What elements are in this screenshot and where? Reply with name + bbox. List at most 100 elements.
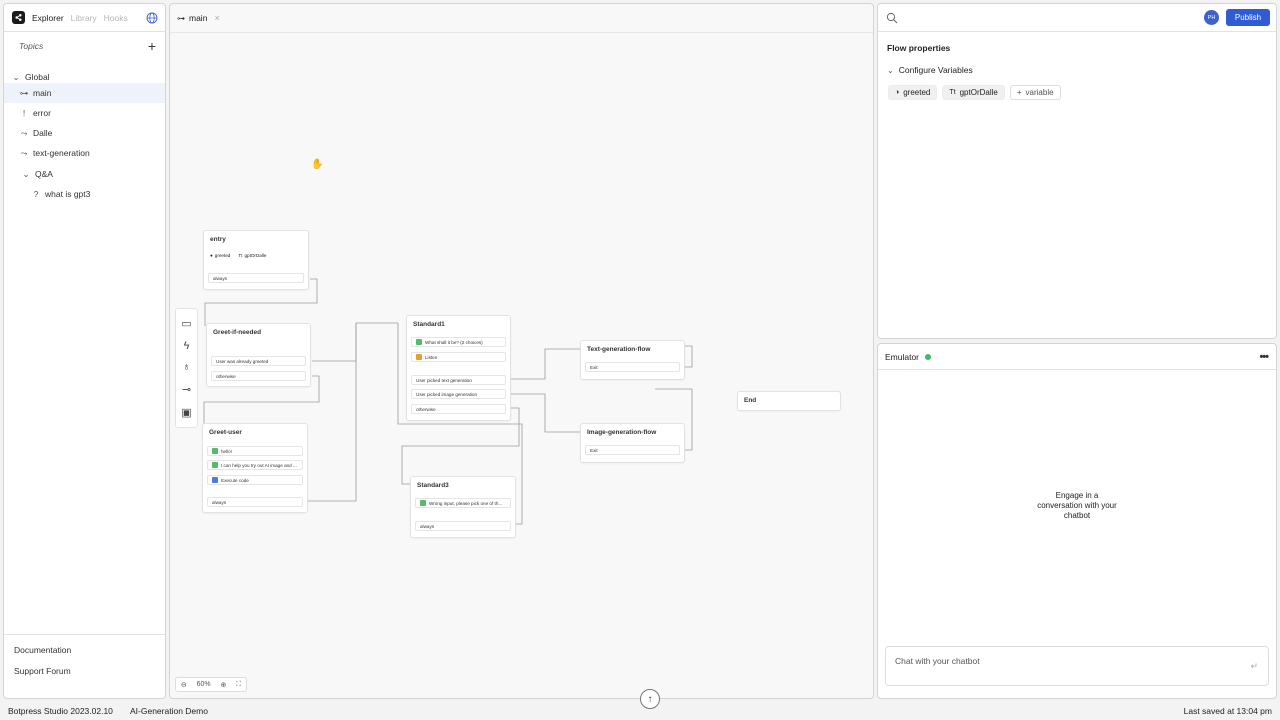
say-hello-card[interactable]: hello! (207, 446, 303, 456)
tab-hooks[interactable]: Hooks (104, 13, 128, 23)
documentation-link[interactable]: Documentation (14, 645, 155, 655)
exit-node-icon[interactable]: ⊸ (182, 383, 191, 396)
transition-exit[interactable]: Exit (585, 362, 680, 372)
node-toolbox: ▭ ϟ ♁ ⊸ ▣ (175, 308, 198, 428)
empty-line: conversation with your (1037, 501, 1117, 510)
hand-cursor-icon: ✋ (311, 159, 324, 170)
tree-label: main (33, 88, 52, 98)
globe-icon[interactable] (146, 12, 158, 24)
flow-icon: ⤳ (20, 127, 28, 138)
node-title: Standard3 (417, 482, 449, 489)
zoom-level: 60% (196, 681, 211, 688)
support-forum-link[interactable]: Support Forum (14, 666, 155, 676)
tab-library[interactable]: Library (71, 13, 97, 23)
node-standard3[interactable]: Standard3 Wrong input, please pick one o… (410, 476, 516, 538)
flow-canvas[interactable]: ⊶ main × entry ● greeted Tt gptOrDalle alw… (169, 3, 874, 699)
key-icon: ⊶ (19, 87, 29, 98)
last-saved: Last saved at 13:04 pm (1183, 706, 1272, 716)
wire-greet-standard1 (312, 322, 398, 362)
enter-icon[interactable]: ↵ (1250, 661, 1258, 672)
variable-greeted[interactable]: ◑ greeted (888, 85, 938, 100)
node-title: Standard1 (413, 321, 445, 328)
node-title: Greet-if-needed (213, 329, 262, 336)
plus-icon: + (1016, 88, 1022, 97)
zoom-in-icon[interactable]: ⊕ (220, 681, 226, 689)
tree-label: what is gpt3 (45, 189, 91, 199)
tree-item-what-is-gpt3[interactable]: ? what is gpt3 (4, 184, 165, 204)
node-title: entry (210, 236, 226, 243)
sidebar-header: Explorer Library Hooks (4, 4, 165, 32)
node-title: Greet-user (209, 429, 242, 436)
explorer-sidebar: Explorer Library Hooks Topics + ⌄ Global… (3, 3, 166, 699)
tab-explorer[interactable]: Explorer (32, 13, 64, 23)
configure-variables-toggle[interactable]: ⌄ Configure Variables (887, 65, 973, 75)
zoom-out-icon[interactable]: ⊖ (181, 681, 187, 689)
node-title: Text-generation-flow (587, 346, 651, 353)
transition-otherwise[interactable]: otherwise (411, 404, 506, 414)
tree-item-error[interactable]: ! error (4, 103, 165, 123)
message-icon (212, 462, 218, 468)
transition-always[interactable]: always (208, 273, 304, 283)
listen-card[interactable]: Listen (411, 352, 506, 362)
transition-already-greeted[interactable]: User was already greeted (211, 356, 306, 366)
variable-chip-gptordalle: Tt gptOrDalle (238, 253, 267, 258)
toggle-icon: ◑ (895, 89, 900, 96)
configure-label: Configure Variables (898, 65, 973, 75)
zoom-controls: ⊖ 60% ⊕ ⛶ (175, 677, 247, 692)
flow-properties-panel: PH Publish Flow properties ⌄ Configure V… (877, 3, 1277, 339)
fit-screen-icon[interactable]: ⛶ (236, 681, 241, 689)
transition-image-generation[interactable]: User picked image generation (411, 389, 506, 399)
chat-input[interactable]: Chat with your chatbot ↵ (885, 646, 1269, 686)
message-icon (416, 339, 422, 345)
comment-icon[interactable]: ▣ (181, 406, 191, 419)
transition-text-generation[interactable]: User picked text generation (411, 375, 506, 385)
listen-icon (416, 354, 422, 360)
node-title: Image-generation-flow (587, 429, 657, 436)
tree-label: error (33, 108, 51, 118)
node-end[interactable]: End (737, 391, 841, 411)
lightning-icon[interactable]: ϟ (184, 340, 190, 352)
node-standard1[interactable]: Standard1 What shall it be? (2 choices) … (406, 315, 511, 421)
listen-icon[interactable]: ♁ (182, 361, 190, 373)
node-text-generation-flow[interactable]: Text-generation-flow Exit (580, 340, 685, 380)
tree-label: Q&A (35, 169, 53, 179)
transition-exit[interactable]: Exit (585, 445, 680, 455)
transition-always[interactable]: always (207, 497, 303, 507)
tree-item-dalle[interactable]: ⤳ Dalle (4, 123, 165, 143)
say-intro-card[interactable]: I can help you try out AI image and ... (207, 460, 303, 470)
text-type-icon: Tt (949, 89, 956, 96)
node-greet-if-needed[interactable]: Greet-if-needed User was already greeted… (206, 323, 311, 387)
transition-otherwise[interactable]: otherwise (211, 371, 306, 381)
execute-code-card[interactable]: Execute code (207, 475, 303, 485)
tree-folder-qa[interactable]: ⌄ Q&A (4, 164, 165, 184)
node-image-generation-flow[interactable]: Image-generation-flow Exit (580, 423, 685, 463)
choice-card[interactable]: What shall it be? (2 choices) (411, 337, 506, 347)
plus-icon[interactable]: + (148, 38, 156, 54)
tree-item-main[interactable]: ⊶ main (4, 83, 165, 103)
wrong-input-card[interactable]: Wrong input, please pick one of th... (415, 498, 511, 508)
version-label: Botpress Studio 2023.02.10 (8, 706, 113, 716)
flow-icon: ⤳ (20, 147, 28, 158)
tree-label: text-generation (33, 148, 90, 158)
emulator-title: Emulator (885, 351, 920, 362)
warning-icon: ! (22, 108, 26, 118)
variable-gptordalle[interactable]: Tt gptOrDalle (942, 85, 1005, 100)
botpress-logo-icon[interactable] (12, 11, 25, 24)
more-options-icon[interactable]: ••• (1259, 351, 1269, 363)
add-variable-button[interactable]: + variable (1009, 85, 1061, 100)
node-entry[interactable]: entry ● greeted Tt gptOrDalle always (203, 230, 309, 290)
panel-title: Flow properties (887, 43, 951, 53)
transition-always[interactable]: always (415, 521, 511, 531)
tree-item-text-generation[interactable]: ⤳ text-generation (4, 143, 165, 163)
wire-std1-image (510, 393, 580, 433)
publish-button[interactable]: Publish (1226, 9, 1270, 26)
node-greet-user[interactable]: Greet-user hello! I can help you try out… (202, 423, 308, 513)
empty-line: chatbot (1063, 511, 1091, 520)
tree-label: Global (25, 72, 50, 82)
wire-std1-text (510, 348, 580, 380)
emulator-header: Emulator ••• (878, 344, 1276, 370)
message-node-icon[interactable]: ▭ (181, 317, 191, 330)
avatar[interactable]: PH (1204, 10, 1219, 25)
status-indicator (925, 353, 932, 360)
search-icon[interactable] (886, 12, 898, 24)
